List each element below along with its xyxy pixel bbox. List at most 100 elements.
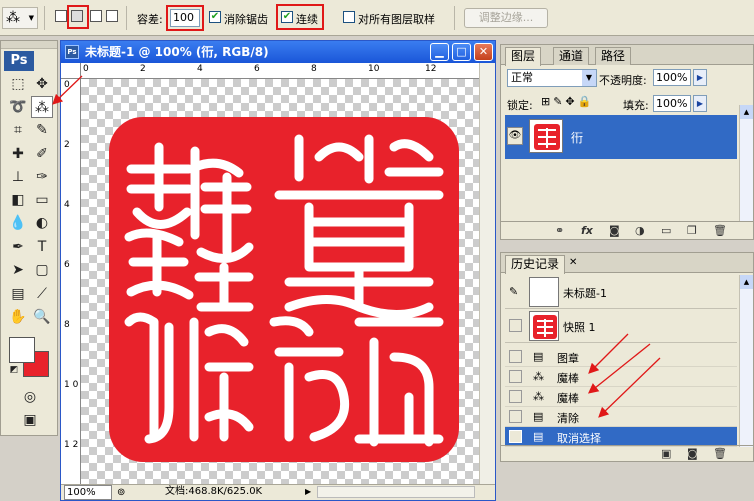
tab-paths[interactable]: 路径 <box>595 47 632 65</box>
refine-edge-button[interactable]: 调整边缘... <box>464 8 548 28</box>
close-tab-icon[interactable]: ✕ <box>569 257 577 268</box>
opacity-slider-button[interactable]: ▶ <box>693 69 707 86</box>
screen-mode-icon[interactable]: ▣ <box>19 409 41 431</box>
blend-mode-select[interactable]: 正常 ▼ <box>507 69 597 87</box>
history-source-checkbox[interactable] <box>509 410 522 423</box>
delete-layer-icon[interactable]: 🗑 <box>713 225 727 237</box>
history-brush-icon[interactable]: ✑ <box>31 166 53 188</box>
adjustment-layer-icon[interactable]: ◑ <box>635 225 645 237</box>
history-source-checkbox[interactable] <box>509 390 522 403</box>
fill-label: 填充: <box>623 99 649 112</box>
eyedropper-icon[interactable]: ⟋ <box>31 283 53 305</box>
scroll-up-icon[interactable]: ▲ <box>740 275 753 289</box>
dodge-tool-icon[interactable]: ◐ <box>31 212 53 234</box>
quick-mask-icon[interactable]: ◎ <box>19 386 41 408</box>
hand-tool-icon[interactable]: ✋ <box>7 306 29 328</box>
notes-tool-icon[interactable]: ▤ <box>7 283 29 305</box>
fill-slider-button[interactable]: ▶ <box>693 95 707 112</box>
scroll-up-icon[interactable]: ▲ <box>740 105 753 119</box>
ruler-origin[interactable] <box>61 63 81 79</box>
anti-alias-checkbox[interactable]: ✔ <box>209 11 221 23</box>
history-source-checkbox[interactable] <box>509 319 522 332</box>
gradient-tool-icon[interactable]: ▭ <box>31 189 53 211</box>
history-source-checkbox[interactable] <box>509 370 522 383</box>
history-state-row[interactable]: ⁂ 魔棒 <box>505 367 737 387</box>
history-state-row[interactable]: ▤ 图章 <box>505 347 737 367</box>
history-state-row[interactable]: ⁂ 魔棒 <box>505 387 737 407</box>
minimize-button[interactable]: ▁ <box>430 43 449 61</box>
lasso-tool-icon[interactable]: ➰ <box>7 96 29 118</box>
magic-wand-tool-icon[interactable]: ⁂ <box>31 96 53 118</box>
type-tool-icon[interactable]: T <box>31 236 53 258</box>
layer-thumbnail <box>529 119 563 153</box>
panel-grip[interactable] <box>1 41 57 49</box>
link-layers-icon[interactable]: ⚭ <box>555 225 564 237</box>
subtract-selection-mode-button[interactable] <box>90 10 102 22</box>
delete-state-icon[interactable]: 🗑 <box>713 448 727 460</box>
add-to-selection-mode-button[interactable] <box>71 10 83 22</box>
new-selection-mode-button[interactable] <box>55 10 67 22</box>
history-scrollbar[interactable]: ▲ <box>739 275 753 447</box>
status-menu-arrow-icon[interactable]: ▶ <box>305 485 311 499</box>
status-icon[interactable]: ⊚ <box>117 486 125 500</box>
separator <box>454 6 455 30</box>
history-state-row-current[interactable]: ▤ 取消选择 <box>505 427 737 447</box>
sample-all-layers-checkbox[interactable] <box>343 11 355 23</box>
layers-panel-footer: ⚭ fx ◙ ◑ ▭ ❐ 🗑 <box>501 221 753 239</box>
lock-icons[interactable]: ⊞✎✥🔒 <box>541 95 594 108</box>
tool-preset-picker[interactable]: ⁂ ▼ <box>2 7 38 29</box>
layer-mask-icon[interactable]: ◙ <box>609 225 620 237</box>
contiguous-checkbox[interactable]: ✔ <box>281 11 293 23</box>
new-snapshot-icon[interactable]: ◙ <box>687 448 698 460</box>
slice-tool-icon[interactable]: ✎ <box>31 119 53 141</box>
layer-row[interactable]: 👁 衎 <box>505 115 737 159</box>
vertical-ruler[interactable]: 0 2 4 6 8 1 0 1 2 <box>61 79 81 486</box>
eye-icon[interactable]: 👁 <box>507 127 523 145</box>
tab-channels[interactable]: 通道 <box>553 47 590 65</box>
history-source-checkbox[interactable] <box>509 430 522 443</box>
new-document-from-state-icon[interactable]: ▣ <box>661 448 671 460</box>
ruler-tick-label: 4 <box>64 200 70 210</box>
healing-brush-icon[interactable]: ✚ <box>7 143 29 165</box>
vertical-scrollbar[interactable] <box>479 63 495 486</box>
crop-tool-icon[interactable]: ⌗ <box>7 119 29 141</box>
pen-tool-icon[interactable]: ✒ <box>7 236 29 258</box>
opacity-input[interactable]: 100% <box>653 69 691 86</box>
path-selection-icon[interactable]: ➤ <box>7 259 29 281</box>
foreground-color-swatch[interactable] <box>9 337 35 363</box>
eraser-tool-icon[interactable]: ◧ <box>7 189 29 211</box>
zoom-tool-icon[interactable]: 🔍 <box>31 306 53 328</box>
close-button[interactable]: ✕ <box>474 43 493 61</box>
horizontal-ruler[interactable]: 0 2 4 6 8 10 12 <box>81 63 479 79</box>
marquee-tool-icon[interactable]: ⬚ <box>7 73 29 95</box>
document-canvas[interactable] <box>81 79 479 486</box>
brush-tool-icon[interactable]: ✐ <box>31 143 53 165</box>
shape-tool-icon[interactable]: ▢ <box>31 259 53 281</box>
tolerance-input[interactable]: 100 <box>170 9 200 27</box>
ruler-tick-label: 0 <box>83 64 89 74</box>
move-tool-icon[interactable]: ✥ <box>31 73 53 95</box>
tab-history[interactable]: 历史记录 <box>505 255 566 274</box>
tab-layers[interactable]: 图层 <box>505 47 542 66</box>
fill-input[interactable]: 100% <box>653 95 691 112</box>
history-state-row[interactable]: ▤ 清除 <box>505 407 737 427</box>
history-source-icon[interactable]: ✎ <box>509 285 518 298</box>
layers-scrollbar[interactable]: ▲ <box>739 105 753 221</box>
ruler-tick-label: 10 <box>368 64 380 74</box>
horizontal-scrollbar[interactable] <box>317 486 475 498</box>
maximize-button[interactable]: □ <box>452 43 471 61</box>
new-layer-icon[interactable]: ❐ <box>687 225 697 237</box>
separator <box>126 6 127 30</box>
clone-stamp-icon[interactable]: ⊥ <box>7 166 29 188</box>
layer-style-icon[interactable]: fx <box>581 225 593 237</box>
snapshot-row[interactable]: ✎ 未标题-1 <box>505 275 737 309</box>
zoom-field[interactable]: 100% <box>64 485 112 500</box>
blur-tool-icon[interactable]: 💧 <box>7 212 29 234</box>
snapshot-row[interactable]: 快照 1 <box>505 309 737 343</box>
document-titlebar[interactable]: Ps 未标题-1 @ 100% (衎, RGB/8) ▁ □ ✕ <box>61 41 495 63</box>
snapshot-thumbnail <box>529 277 559 307</box>
new-group-icon[interactable]: ▭ <box>661 225 671 237</box>
history-source-checkbox[interactable] <box>509 350 522 363</box>
intersect-selection-mode-button[interactable] <box>106 10 118 22</box>
history-panel-tabs: 历史记录 ✕ <box>501 253 753 274</box>
